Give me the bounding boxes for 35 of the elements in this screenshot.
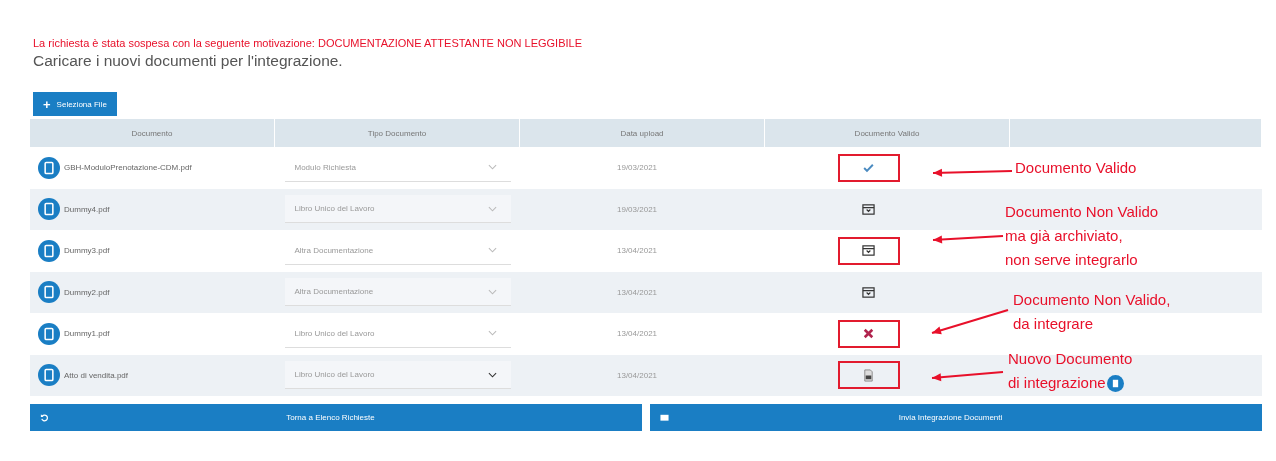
archive-box-icon bbox=[862, 244, 875, 258]
file-name[interactable]: Atto di vendita.pdf bbox=[64, 370, 129, 380]
archive-box-icon bbox=[862, 285, 875, 299]
document-icon bbox=[38, 198, 60, 221]
table-cell: 13/04/2021 bbox=[617, 329, 658, 339]
cross-icon bbox=[862, 327, 875, 341]
annotation-text: Documento Valido bbox=[1015, 158, 1137, 178]
document-icon bbox=[38, 322, 60, 345]
checkmark-icon bbox=[862, 161, 875, 175]
annotation-text: Documento Non Valido bbox=[1005, 202, 1159, 222]
envelope-icon bbox=[660, 413, 669, 422]
document-icon bbox=[38, 364, 60, 387]
annotation-text: da integrare bbox=[1013, 314, 1095, 334]
suspension-message: La richiesta è stata sospesa con la seguente motivazione: DOCUMENTAZIONE ATTESTANTE NON LEGGIBILE bbox=[33, 37, 583, 49]
table-cell: 19/03/2021 bbox=[617, 204, 658, 214]
file-icon bbox=[862, 368, 875, 382]
annotation-text: di integrazione bbox=[1008, 371, 1133, 395]
document-type-select[interactable]: Libro Unico del Lavoro bbox=[284, 361, 511, 390]
annotation-text: ma già archiviato, bbox=[1005, 226, 1124, 246]
select-file-button[interactable]: + Seleziona File bbox=[33, 92, 117, 116]
annotation-text: non serve integrarlo bbox=[1005, 250, 1139, 270]
table-cell: 19/03/2021 bbox=[617, 163, 658, 173]
annotation-text: Nuovo Documento bbox=[1008, 349, 1133, 369]
undo-icon bbox=[40, 413, 49, 422]
instruction-text: Caricare i nuovi documenti per l'integrazione. bbox=[33, 52, 344, 70]
annotation-text: Documento Non Valido, bbox=[1013, 290, 1171, 310]
action-button[interactable]: Invia Integrazione Documenti bbox=[650, 404, 1262, 431]
document-icon bbox=[38, 156, 60, 179]
table-cell: 13/04/2021 bbox=[617, 287, 658, 297]
table-cell: 13/04/2021 bbox=[617, 370, 658, 380]
document-icon bbox=[38, 239, 60, 262]
action-button[interactable]: Torna a Elenco Richieste bbox=[30, 404, 642, 431]
document-icon bbox=[38, 281, 60, 304]
archive-box-icon bbox=[862, 202, 875, 216]
table-cell: 13/04/2021 bbox=[617, 246, 658, 256]
